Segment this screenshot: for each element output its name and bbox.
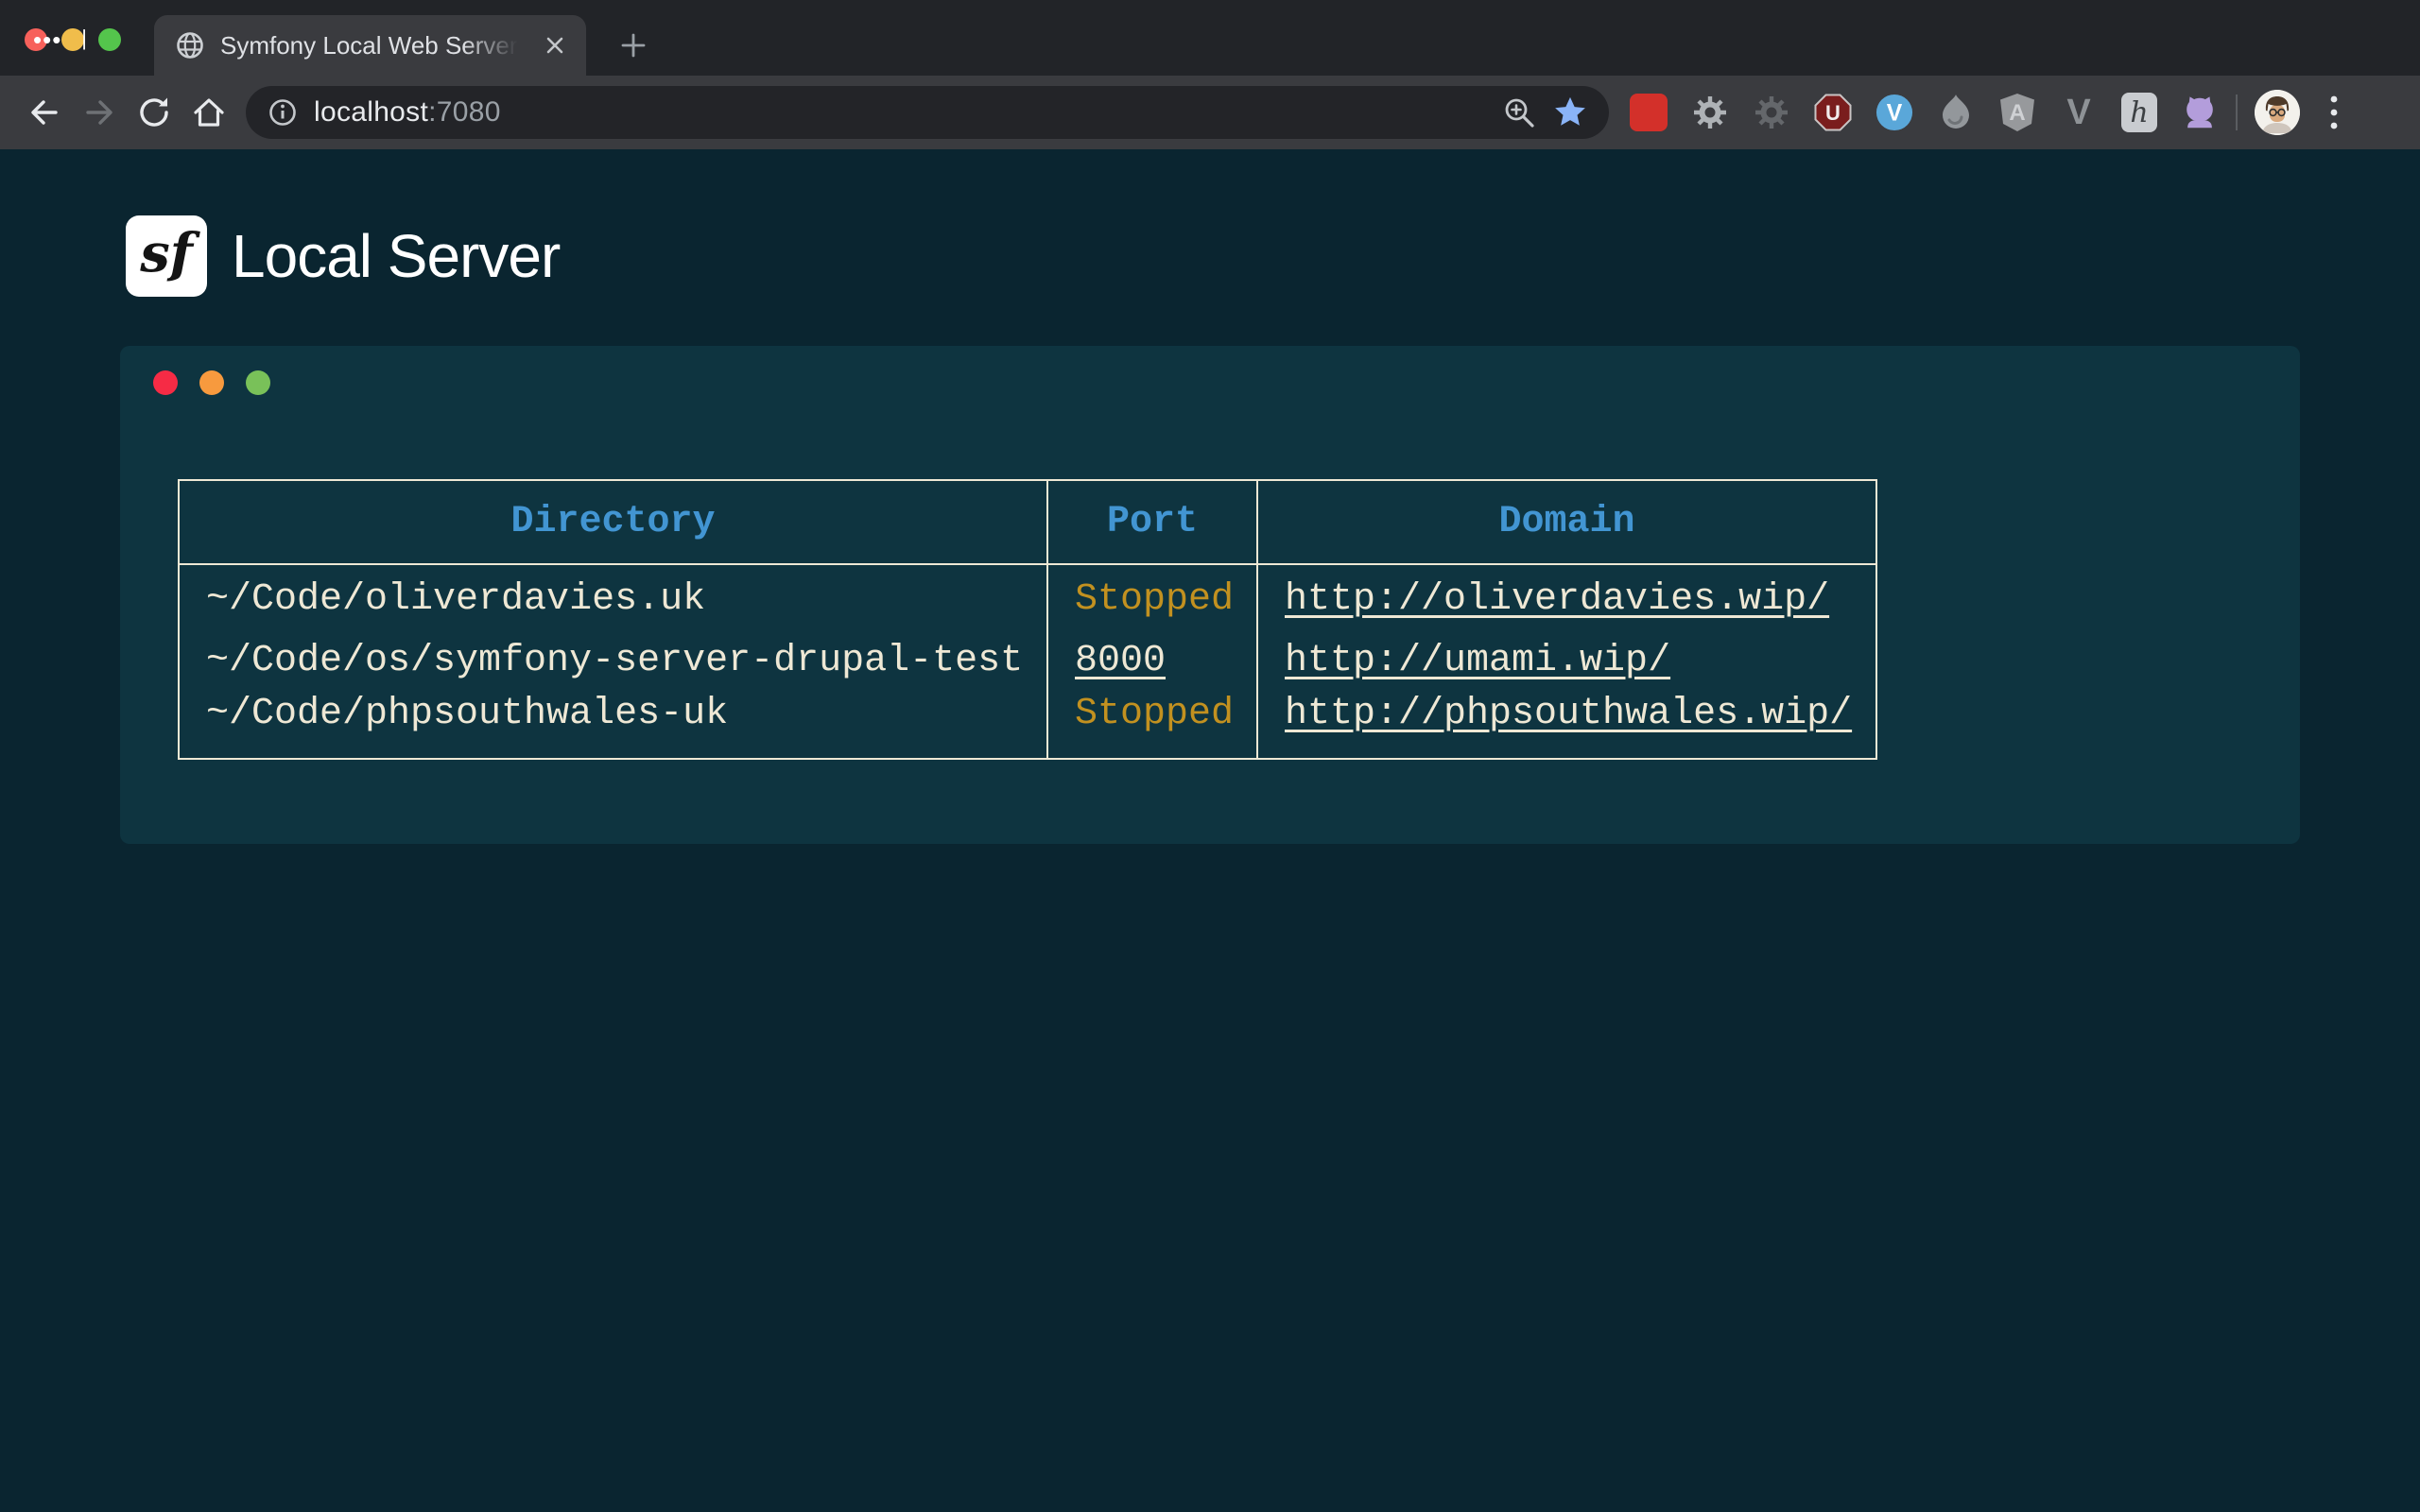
globe-favicon-icon (175, 30, 205, 60)
window-zoom-button[interactable] (98, 28, 121, 51)
home-button[interactable] (182, 85, 236, 140)
tab-close-icon[interactable] (539, 29, 571, 61)
svg-text:V: V (1887, 101, 1903, 127)
table-row: ~/Code/phpsouthwales-uk Stopped http://p… (179, 693, 1876, 759)
terminal-dot-orange (199, 370, 224, 395)
column-header-directory: Directory (179, 480, 1047, 564)
gear-light-icon[interactable] (1691, 94, 1729, 131)
domain-link[interactable]: http://oliverdavies.wip/ (1285, 578, 1829, 621)
address-bar[interactable]: localhost:7080 (246, 86, 1609, 139)
terminal-dot-green (246, 370, 270, 395)
profile-avatar[interactable] (2255, 90, 2300, 135)
gear-dark-icon[interactable] (1753, 94, 1790, 131)
symfony-logo: sf (126, 215, 207, 297)
drupal-droplet-icon[interactable] (1937, 94, 1975, 131)
browser-window: Symfony Local Web Server: Prox (0, 0, 2420, 149)
domain-link[interactable]: http://phpsouthwales.wip/ (1285, 693, 1852, 735)
bookmark-star-icon[interactable] (1552, 94, 1588, 130)
svg-text:U: U (1825, 101, 1841, 125)
server-status-card: Directory Port Domain ~/Code/oliverdavie… (120, 346, 2300, 844)
column-header-port: Port (1047, 480, 1257, 564)
ublock-origin-icon[interactable]: U (1814, 94, 1852, 131)
back-button[interactable] (17, 85, 72, 140)
terminal-dots (153, 370, 270, 395)
h-chip-icon[interactable]: h (2121, 93, 2157, 132)
page-title: Local Server (232, 221, 560, 291)
table-row: ~/Code/os/symfony-server-drupal-test 800… (179, 628, 1876, 693)
browser-toolbar: localhost:7080 •••▏ (0, 76, 2420, 149)
svg-text:A: A (2009, 100, 2025, 126)
angular-shield-icon[interactable]: A (1998, 94, 2036, 131)
v-letter-icon[interactable]: V (2060, 94, 2098, 131)
port-status: Stopped (1047, 693, 1257, 759)
browser-tab[interactable]: Symfony Local Web Server: Prox (154, 15, 586, 76)
brand-header: sf Local Server (126, 215, 2420, 297)
zoom-magnifier-icon[interactable] (1501, 94, 1537, 130)
tab-strip: Symfony Local Web Server: Prox (0, 0, 2420, 76)
table-row: ~/Code/oliverdavies.uk Stopped http://ol… (179, 564, 1876, 628)
blue-v-badge-icon[interactable]: V (1876, 94, 1913, 131)
tab-title: Symfony Local Web Server: Prox (220, 31, 524, 60)
directory-cell: ~/Code/os/symfony-server-drupal-test (179, 628, 1047, 693)
reload-button[interactable] (127, 85, 182, 140)
terminal-dot-red (153, 370, 178, 395)
lastpass-icon[interactable]: •••▏ (1630, 94, 1668, 131)
domain-link[interactable]: http://umami.wip/ (1285, 640, 1670, 682)
directory-cell: ~/Code/phpsouthwales-uk (179, 693, 1047, 759)
symfony-sf-glyph: sf (140, 222, 193, 284)
port-link[interactable]: 8000 (1075, 640, 1166, 682)
github-octocat-icon[interactable] (2181, 94, 2219, 131)
new-tab-button[interactable] (611, 23, 656, 68)
column-header-domain: Domain (1257, 480, 1876, 564)
forward-button[interactable] (72, 85, 127, 140)
servers-table: Directory Port Domain ~/Code/oliverdavie… (178, 479, 1877, 760)
directory-cell: ~/Code/oliverdavies.uk (179, 564, 1047, 628)
page-info-icon[interactable] (267, 96, 299, 129)
url-text[interactable]: localhost:7080 (314, 96, 501, 129)
page-content: sf Local Server Directory Port Domain ~/… (0, 149, 2420, 1512)
table-header-row: Directory Port Domain (179, 480, 1876, 564)
toolbar-divider (2236, 94, 2238, 130)
port-status: Stopped (1047, 564, 1257, 628)
extensions-row: •••▏ U (1630, 93, 2219, 132)
browser-menu-icon[interactable] (2311, 90, 2357, 135)
